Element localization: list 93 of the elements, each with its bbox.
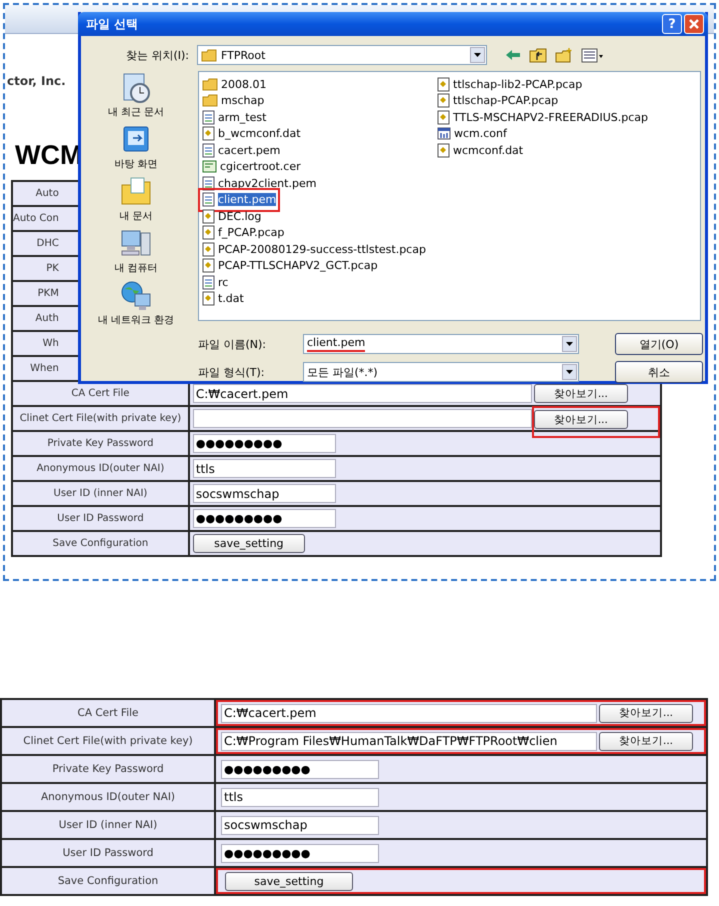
file-path-field[interactable]: C:₩cacert.pem	[221, 704, 597, 722]
text-field[interactable]: ttls	[192, 459, 336, 478]
file-icon	[437, 142, 450, 158]
setting-label: Anonymous ID(outer NAI)	[1, 783, 215, 811]
file-icon	[437, 76, 450, 92]
file-item[interactable]: 2008.01	[202, 76, 266, 92]
setting-label: User ID (inner NAI)	[12, 481, 189, 506]
file-icon	[437, 110, 450, 125]
setting-label: Anonymous ID(outer NAI)	[12, 456, 189, 481]
file-item[interactable]: chapv2client.pem	[202, 175, 316, 192]
setting-label: Save Configuration	[1, 867, 215, 895]
browse-button[interactable]: 찾아보기...	[599, 704, 693, 722]
dropdown-arrow-icon	[474, 53, 481, 57]
file-item[interactable]: wcmconf.dat	[437, 142, 524, 158]
save-button[interactable]: save_setting	[225, 872, 353, 890]
file-item[interactable]: ttlschap-PCAP.pcap	[437, 92, 558, 109]
view-menu-icon[interactable]	[581, 48, 603, 62]
dropdown-arrow-icon	[566, 370, 573, 374]
folder-icon	[201, 48, 217, 62]
file-item[interactable]: rc	[202, 274, 228, 290]
globe-computer-icon	[118, 279, 153, 313]
file-item[interactable]: cacert.pem	[202, 142, 280, 158]
file-item[interactable]: arm_test	[202, 109, 266, 126]
file-path-field[interactable]	[192, 409, 532, 428]
file-icon	[202, 208, 215, 224]
file-icon	[202, 126, 215, 142]
setting-label: User ID Password	[12, 506, 189, 531]
password-field[interactable]: ●●●●●●●●●	[221, 844, 379, 862]
file-icon	[202, 291, 215, 306]
setting-label: CA Cert File	[12, 381, 189, 406]
file-path-field[interactable]: C:₩Program Files₩HumanTalk₩DaFTP₩FTPRoot₩clien	[221, 732, 597, 750]
back-arrow-icon[interactable]	[505, 49, 521, 61]
file-item[interactable]: cgicertroot.cer	[202, 158, 301, 175]
text-field[interactable]: ttls	[221, 788, 379, 806]
document-icon	[202, 274, 215, 290]
folder-icon	[202, 78, 218, 91]
setting-label: Clinet Cert File(with private key)	[12, 406, 189, 431]
places-item[interactable]: 바탕 화면	[114, 123, 158, 171]
file-item[interactable]: b_wcmconf.dat	[202, 126, 301, 142]
close-icon	[688, 18, 700, 30]
browse-button[interactable]: 찾아보기...	[534, 384, 628, 403]
text-field[interactable]: socswmschap	[221, 816, 379, 834]
setting-label: CA Cert File	[1, 699, 215, 727]
new-folder-icon[interactable]	[555, 48, 573, 62]
file-name-label: 파일 이름(N):	[198, 336, 268, 352]
dialog-title: 파일 선택	[86, 16, 140, 32]
text-field[interactable]: socswmschap	[192, 484, 336, 503]
open-button[interactable]: 열기(O)	[615, 333, 703, 355]
file-icon	[202, 258, 215, 274]
file-item[interactable]: PCAP-TTLSCHAPV2_GCT.pcap	[202, 258, 378, 274]
file-icon	[437, 93, 450, 108]
password-field[interactable]: ●●●●●●●●●	[192, 434, 336, 453]
file-item[interactable]: TTLS-MSCHAPV2-FREERADIUS.pcap	[437, 109, 648, 126]
document-icon	[202, 110, 215, 125]
file-path-field[interactable]: C:₩cacert.pem	[192, 384, 532, 403]
document-icon	[202, 176, 215, 191]
file-item[interactable]: wcm.conf	[437, 126, 507, 142]
dropdown-arrow-icon	[566, 342, 573, 346]
file-icon	[202, 242, 215, 257]
certificate-icon	[202, 160, 217, 174]
setting-label: Private Key Password	[12, 431, 189, 456]
document-icon	[202, 142, 215, 158]
password-field[interactable]: ●●●●●●●●●	[221, 760, 379, 778]
file-item[interactable]: f_PCAP.pcap	[202, 224, 284, 241]
file-type-dropdown[interactable]: 모든 파일(*.*)	[303, 362, 579, 382]
browse-button[interactable]: 찾아보기...	[599, 732, 693, 750]
password-field[interactable]: ●●●●●●●●●	[192, 509, 336, 528]
file-item[interactable]: DEC.log	[202, 208, 262, 224]
save-button[interactable]: save_setting	[192, 534, 305, 553]
setting-label: Clinet Cert File(with private key)	[1, 727, 215, 755]
file-item[interactable]: t.dat	[202, 290, 244, 307]
up-folder-icon[interactable]	[529, 48, 547, 62]
setting-label: Private Key Password	[1, 755, 215, 783]
document-icon	[202, 192, 215, 208]
setting-label: User ID (inner NAI)	[1, 811, 215, 839]
help-button[interactable]: ?	[662, 14, 682, 34]
setting-label: User ID Password	[1, 839, 215, 867]
folder-icon	[202, 94, 218, 108]
file-item[interactable]: mschap	[202, 92, 264, 109]
company-name: ctor, Inc.	[7, 74, 66, 88]
cancel-button[interactable]: 취소	[615, 361, 703, 383]
places-item[interactable]: 내 최근 문서	[108, 71, 164, 119]
look-in-label: 찾는 위치(I):	[124, 48, 189, 62]
setting-label: Save Configuration	[12, 531, 189, 556]
file-item[interactable]: ttlschap-lib2-PCAP.pcap	[437, 76, 582, 92]
file-name-field[interactable]: client.pem	[303, 334, 579, 354]
chart-file-icon	[437, 127, 451, 140]
file-type-label: 파일 형식(T):	[198, 364, 266, 380]
look-in-dropdown[interactable]: FTPRoot	[197, 45, 487, 65]
file-item[interactable]: PCAP-20080129-success-ttlstest.pcap	[202, 241, 426, 258]
browse-button[interactable]: 찾아보기...	[534, 410, 628, 429]
close-button[interactable]	[684, 14, 704, 34]
file-icon	[202, 225, 215, 240]
